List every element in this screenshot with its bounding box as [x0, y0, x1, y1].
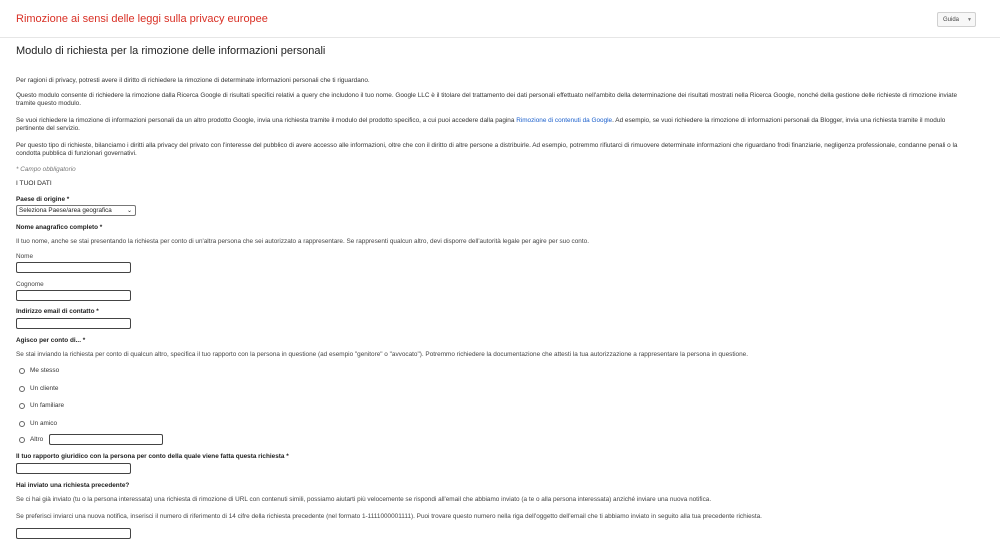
- radio-button[interactable]: [19, 385, 25, 392]
- help-button-label: Guida: [943, 16, 960, 23]
- radio-option-family[interactable]: Un familiare: [19, 401, 64, 410]
- radio-button[interactable]: [19, 367, 25, 374]
- radio-option-label: Un amico: [30, 420, 57, 427]
- email-label: Indirizzo email di contatto *: [16, 308, 99, 315]
- country-select[interactable]: Seleziona Paese/area geografica ⌄: [16, 205, 136, 216]
- first-name-label: Nome: [16, 253, 34, 260]
- required-field-note: * Campo obbligatorio: [16, 166, 76, 173]
- intro-paragraph-4: Per questo tipo di richieste, bilanciamo…: [16, 142, 958, 157]
- radio-option-label: Me stesso: [30, 367, 60, 374]
- chevron-down-icon: ⌄: [126, 208, 132, 214]
- other-relationship-input[interactable]: [49, 434, 163, 445]
- radio-button[interactable]: [19, 402, 25, 409]
- legal-relationship-label: Il tuo rapporto giuridico con la persona…: [16, 453, 289, 460]
- radio-option-label: Un familiare: [30, 402, 65, 409]
- full-name-label: Nome anagrafico completo *: [16, 224, 103, 231]
- radio-option-other[interactable]: Altro: [19, 434, 169, 445]
- radio-button[interactable]: [19, 436, 25, 443]
- previous-request-help-1: Se ci hai già inviato (tu o la persona i…: [16, 496, 712, 503]
- previous-request-help-2: Se preferisci inviarci una nuova notific…: [16, 513, 762, 520]
- help-language-button[interactable]: Guida ▼: [937, 12, 976, 27]
- last-name-input[interactable]: [16, 290, 131, 301]
- radio-option-friend[interactable]: Un amico: [19, 419, 57, 428]
- intro-paragraph-3-text-a: Se vuoi richiedere la rimozione di infor…: [16, 117, 517, 124]
- acting-for-help: Se stai inviando la richiesta per conto …: [16, 351, 748, 358]
- first-name-input[interactable]: [16, 262, 131, 273]
- email-input[interactable]: [16, 318, 131, 329]
- intro-paragraph-3: Se vuoi richiedere la rimozione di infor…: [16, 117, 971, 133]
- country-label: Paese di origine *: [16, 196, 70, 203]
- radio-option-client[interactable]: Un cliente: [19, 384, 58, 393]
- radio-option-myself[interactable]: Me stesso: [19, 366, 59, 375]
- previous-request-number-input[interactable]: [16, 528, 131, 539]
- content-removal-link[interactable]: Rimozione di contenuti da Google: [516, 117, 612, 124]
- radio-option-label: Un cliente: [30, 385, 59, 392]
- section-title-your-data: I tuoi dati: [16, 180, 52, 187]
- top-bar: Rimozione ai sensi delle leggi sulla pri…: [0, 0, 1000, 38]
- full-name-help: Il tuo nome, anche se stai presentando l…: [16, 238, 589, 245]
- app-title: Rimozione ai sensi delle leggi sulla pri…: [16, 13, 268, 25]
- radio-option-label: Altro: [30, 436, 44, 443]
- acting-for-label: Agisco per conto di... *: [16, 337, 86, 344]
- intro-paragraph-2: Questo modulo consente di richiedere la …: [16, 92, 958, 107]
- chevron-down-icon: ▼: [967, 17, 972, 23]
- previous-request-label: Hai inviato una richiesta precedente?: [16, 482, 130, 489]
- legal-relationship-input[interactable]: [16, 463, 131, 474]
- country-select-value: Seleziona Paese/area geografica: [19, 207, 112, 214]
- form-title: Modulo di richiesta per la rimozione del…: [16, 45, 326, 57]
- intro-paragraph-1: Per ragioni di privacy, potresti avere i…: [16, 77, 370, 84]
- last-name-label: Cognome: [16, 281, 44, 288]
- radio-button[interactable]: [19, 420, 25, 427]
